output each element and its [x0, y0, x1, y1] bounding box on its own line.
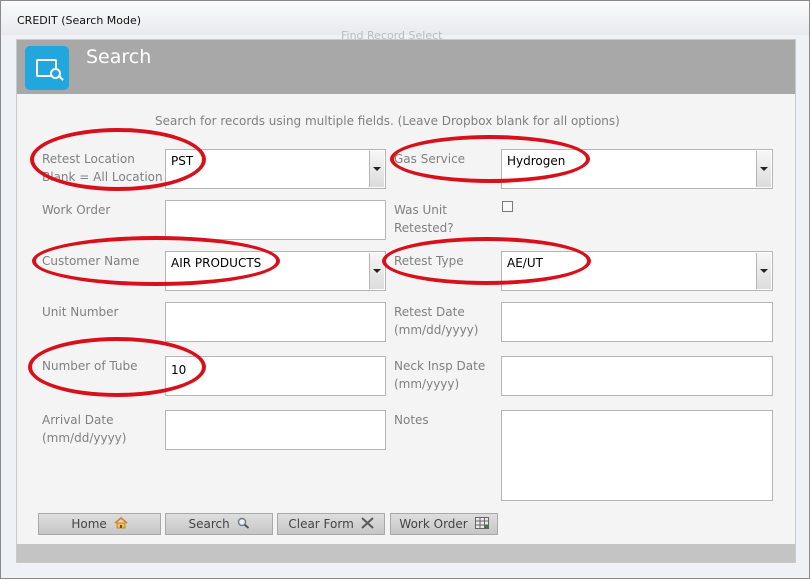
retest-type-value: AE/UT — [507, 256, 543, 270]
retest-type-dropdown[interactable]: AE/UT — [501, 251, 773, 291]
retest-date-label: Retest Date (mm/dd/yyyy) — [394, 305, 479, 337]
work-order-label: Work Order — [42, 203, 111, 217]
number-of-tube-value: 10 — [171, 363, 187, 377]
unit-number-input[interactable] — [165, 302, 386, 342]
arrival-date-input[interactable] — [165, 410, 386, 450]
notes-label: Notes — [394, 413, 429, 427]
was-unit-retested-checkbox[interactable] — [502, 201, 513, 212]
number-of-tube-label: Number of Tube — [42, 359, 138, 373]
table-icon — [474, 515, 489, 535]
chevron-down-icon — [760, 269, 768, 273]
credit-window: CREDIT (Search Mode) Find Record Select … — [0, 0, 810, 579]
customer-name-dropdown-button[interactable] — [369, 253, 384, 289]
retest-location-value: PST — [171, 154, 194, 168]
gas-service-label: Gas Service — [394, 152, 466, 166]
clear-form-button[interactable]: Clear Form — [277, 513, 385, 535]
form-header: Search — [17, 40, 795, 94]
gas-service-value: Hydrogen — [507, 154, 566, 168]
customer-name-label: Customer Name — [42, 254, 140, 268]
work-order-button[interactable]: Work Order — [390, 513, 498, 535]
unit-number-label: Unit Number — [42, 305, 119, 319]
notes-textarea[interactable] — [501, 410, 773, 501]
search-screen-icon — [25, 46, 69, 90]
chevron-down-icon — [373, 269, 381, 273]
search-form: Search Search for records using multiple… — [16, 39, 796, 563]
neck-insp-date-input[interactable] — [501, 356, 773, 396]
page-title: Search — [86, 46, 152, 68]
gas-service-dropdown-button[interactable] — [756, 151, 771, 187]
gas-service-dropdown[interactable]: Hydrogen — [501, 149, 773, 189]
retest-location-dropdown[interactable]: PST — [165, 149, 386, 189]
was-unit-retested-label: Was Unit Retested? — [394, 203, 454, 235]
work-order-input[interactable] — [165, 200, 386, 240]
customer-name-dropdown[interactable]: AIR PRODUCTS — [165, 251, 386, 291]
retest-date-input[interactable] — [501, 302, 773, 342]
retest-location-dropdown-button[interactable] — [369, 151, 384, 187]
house-icon — [114, 515, 128, 535]
instructions-text: Search for records using multiple fields… — [155, 114, 620, 128]
retest-type-label: Retest Type — [394, 254, 464, 268]
magnifier-icon — [237, 515, 250, 535]
search-button[interactable]: Search — [165, 513, 273, 535]
retest-type-dropdown-button[interactable] — [756, 253, 771, 289]
number-of-tube-input[interactable]: 10 — [165, 356, 386, 396]
retest-location-label: Retest Location Blank = All Location — [42, 152, 163, 184]
home-button[interactable]: Home — [38, 513, 161, 535]
window-title: CREDIT (Search Mode) — [17, 14, 142, 27]
chevron-down-icon — [760, 167, 768, 171]
chevron-down-icon — [373, 167, 381, 171]
x-icon — [360, 515, 374, 535]
arrival-date-label: Arrival Date (mm/dd/yyyy) — [42, 413, 127, 445]
form-footer — [17, 544, 795, 562]
neck-insp-date-label: Neck Insp Date (mm/yyyy) — [394, 359, 486, 391]
customer-name-value: AIR PRODUCTS — [171, 256, 262, 270]
